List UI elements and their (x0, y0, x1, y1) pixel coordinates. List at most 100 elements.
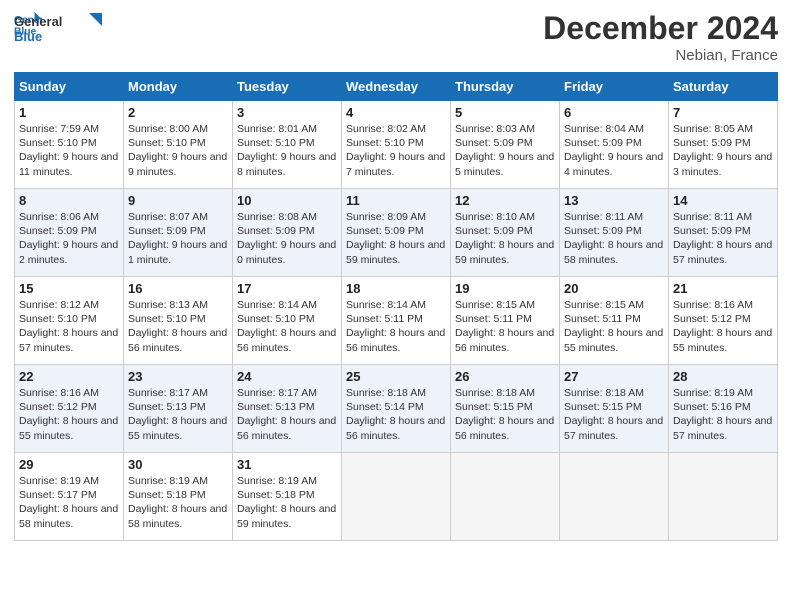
cell-info: Sunrise: 8:10 AMSunset: 5:09 PMDaylight:… (455, 210, 555, 267)
day-number: 6 (564, 105, 664, 120)
page-container: General Blue General Blue December 2024 … (0, 0, 792, 551)
day-number: 14 (673, 193, 773, 208)
day-number: 8 (19, 193, 119, 208)
day-cell: 13 Sunrise: 8:11 AMSunset: 5:09 PMDayligh… (560, 189, 669, 277)
cell-info: Sunrise: 8:08 AMSunset: 5:09 PMDaylight:… (237, 210, 337, 267)
day-cell: 3Sunrise: 8:01 AMSunset: 5:10 PMDaylight… (233, 101, 342, 189)
cell-info: Sunrise: 8:11 AMSunset: 5:09 PMDaylight:… (564, 210, 664, 267)
day-cell: 31 Sunrise: 8:19 AMSunset: 5:18 PMDayligh… (233, 453, 342, 541)
day-cell: 24 Sunrise: 8:17 AMSunset: 5:13 PMDayligh… (233, 365, 342, 453)
header: General Blue General Blue December 2024 … (14, 10, 778, 64)
day-cell: 7 Sunrise: 8:05 AMSunset: 5:09 PMDaylight… (669, 101, 778, 189)
cell-info: Sunrise: 8:16 AMSunset: 5:12 PMDaylight:… (19, 386, 119, 443)
cell-info: Sunrise: 8:00 AMSunset: 5:10 PMDaylight:… (128, 122, 228, 179)
cell-info: Sunrise: 8:16 AMSunset: 5:12 PMDaylight:… (673, 298, 773, 355)
day-number: 10 (237, 193, 337, 208)
day-cell: 23 Sunrise: 8:17 AMSunset: 5:13 PMDayligh… (124, 365, 233, 453)
weekday-header-wednesday: Wednesday (342, 73, 451, 101)
day-number: 12 (455, 193, 555, 208)
day-number: 4 (346, 105, 446, 120)
day-number: 20 (564, 281, 664, 296)
day-cell: 27Sunrise: 8:18 AMSunset: 5:15 PMDayligh… (560, 365, 669, 453)
day-number: 24 (237, 369, 337, 384)
cell-info: Sunrise: 8:01 AMSunset: 5:10 PMDaylight:… (237, 122, 337, 179)
cell-info: Sunrise: 8:19 AMSunset: 5:17 PMDaylight:… (19, 474, 119, 531)
day-number: 18 (346, 281, 446, 296)
cell-info: Sunrise: 8:18 AMSunset: 5:14 PMDaylight:… (346, 386, 446, 443)
day-cell: 19 Sunrise: 8:15 AMSunset: 5:11 PMDayligh… (451, 277, 560, 365)
weekday-header-saturday: Saturday (669, 73, 778, 101)
cell-info: Sunrise: 8:19 AMSunset: 5:16 PMDaylight:… (673, 386, 773, 443)
cell-info: Sunrise: 8:19 AMSunset: 5:18 PMDaylight:… (128, 474, 228, 531)
cell-info: Sunrise: 8:05 AMSunset: 5:09 PMDaylight:… (673, 122, 773, 179)
day-cell: 11 Sunrise: 8:09 AMSunset: 5:09 PMDayligh… (342, 189, 451, 277)
calendar-table: SundayMondayTuesdayWednesdayThursdayFrid… (14, 72, 778, 541)
svg-text:General: General (14, 14, 62, 29)
cell-info: Sunrise: 8:15 AMSunset: 5:11 PMDaylight:… (455, 298, 555, 355)
cell-info: Sunrise: 8:07 AMSunset: 5:09 PMDaylight:… (128, 210, 228, 267)
cell-info: Sunrise: 8:11 AMSunset: 5:09 PMDaylight:… (673, 210, 773, 267)
day-cell: 21 Sunrise: 8:16 AMSunset: 5:12 PMDayligh… (669, 277, 778, 365)
cell-info: Sunrise: 8:09 AMSunset: 5:09 PMDaylight:… (346, 210, 446, 267)
cell-info: Sunrise: 8:18 AMSunset: 5:15 PMDaylight:… (564, 386, 664, 443)
day-number: 19 (455, 281, 555, 296)
day-cell: 9Sunrise: 8:07 AMSunset: 5:09 PMDaylight… (124, 189, 233, 277)
day-cell: 1Sunrise: 7:59 AMSunset: 5:10 PMDaylight… (15, 101, 124, 189)
day-number: 7 (673, 105, 773, 120)
day-cell: 8 Sunrise: 8:06 AMSunset: 5:09 PMDaylight… (15, 189, 124, 277)
cell-info: Sunrise: 8:15 AMSunset: 5:11 PMDaylight:… (564, 298, 664, 355)
week-row-5: 29 Sunrise: 8:19 AMSunset: 5:17 PMDayligh… (15, 453, 778, 541)
day-cell: 10 Sunrise: 8:08 AMSunset: 5:09 PMDayligh… (233, 189, 342, 277)
week-row-4: 22 Sunrise: 8:16 AMSunset: 5:12 PMDayligh… (15, 365, 778, 453)
day-cell (669, 453, 778, 541)
day-cell: 17Sunrise: 8:14 AMSunset: 5:10 PMDayligh… (233, 277, 342, 365)
weekday-header-friday: Friday (560, 73, 669, 101)
day-number: 17 (237, 281, 337, 296)
svg-text:Blue: Blue (14, 29, 42, 44)
cell-info: Sunrise: 8:03 AMSunset: 5:09 PMDaylight:… (455, 122, 555, 179)
cell-info: Sunrise: 8:17 AMSunset: 5:13 PMDaylight:… (128, 386, 228, 443)
day-number: 13 (564, 193, 664, 208)
day-number: 21 (673, 281, 773, 296)
day-cell (342, 453, 451, 541)
day-number: 5 (455, 105, 555, 120)
cell-info: Sunrise: 8:06 AMSunset: 5:09 PMDaylight:… (19, 210, 119, 267)
day-number: 29 (19, 457, 119, 472)
cell-info: Sunrise: 8:14 AMSunset: 5:11 PMDaylight:… (346, 298, 446, 355)
day-number: 11 (346, 193, 446, 208)
weekday-header-sunday: Sunday (15, 73, 124, 101)
day-cell: 28Sunrise: 8:19 AMSunset: 5:16 PMDayligh… (669, 365, 778, 453)
cell-info: Sunrise: 8:13 AMSunset: 5:10 PMDaylight:… (128, 298, 228, 355)
day-cell: 4 Sunrise: 8:02 AMSunset: 5:10 PMDaylight… (342, 101, 451, 189)
day-cell: 16Sunrise: 8:13 AMSunset: 5:10 PMDayligh… (124, 277, 233, 365)
day-cell: 5 Sunrise: 8:03 AMSunset: 5:09 PMDaylight… (451, 101, 560, 189)
day-cell: 18 Sunrise: 8:14 AMSunset: 5:11 PMDayligh… (342, 277, 451, 365)
day-number: 22 (19, 369, 119, 384)
title-area: December 2024 Nebian, France (543, 10, 778, 64)
week-row-1: 1Sunrise: 7:59 AMSunset: 5:10 PMDaylight… (15, 101, 778, 189)
day-cell: 20 Sunrise: 8:15 AMSunset: 5:11 PMDayligh… (560, 277, 669, 365)
day-number: 30 (128, 457, 228, 472)
location-subtitle: Nebian, France (543, 47, 778, 64)
logo-svg: General Blue (14, 10, 104, 50)
cell-info: Sunrise: 8:19 AMSunset: 5:18 PMDaylight:… (237, 474, 337, 531)
week-row-3: 15Sunrise: 8:12 AMSunset: 5:10 PMDayligh… (15, 277, 778, 365)
cell-info: Sunrise: 8:17 AMSunset: 5:13 PMDaylight:… (237, 386, 337, 443)
day-cell: 29 Sunrise: 8:19 AMSunset: 5:17 PMDayligh… (15, 453, 124, 541)
day-cell: 2Sunrise: 8:00 AMSunset: 5:10 PMDaylight… (124, 101, 233, 189)
day-cell: 26Sunrise: 8:18 AMSunset: 5:15 PMDayligh… (451, 365, 560, 453)
day-cell: 22 Sunrise: 8:16 AMSunset: 5:12 PMDayligh… (15, 365, 124, 453)
day-number: 1 (19, 105, 119, 120)
cell-info: Sunrise: 8:18 AMSunset: 5:15 PMDaylight:… (455, 386, 555, 443)
logo-text-block: General Blue (14, 10, 104, 55)
week-row-2: 8 Sunrise: 8:06 AMSunset: 5:09 PMDaylight… (15, 189, 778, 277)
weekday-header-thursday: Thursday (451, 73, 560, 101)
day-number: 15 (19, 281, 119, 296)
month-title: December 2024 (543, 10, 778, 47)
day-cell: 6Sunrise: 8:04 AMSunset: 5:09 PMDaylight… (560, 101, 669, 189)
cell-info: Sunrise: 8:02 AMSunset: 5:10 PMDaylight:… (346, 122, 446, 179)
day-cell: 12 Sunrise: 8:10 AMSunset: 5:09 PMDayligh… (451, 189, 560, 277)
day-cell (560, 453, 669, 541)
day-number: 31 (237, 457, 337, 472)
day-number: 23 (128, 369, 228, 384)
